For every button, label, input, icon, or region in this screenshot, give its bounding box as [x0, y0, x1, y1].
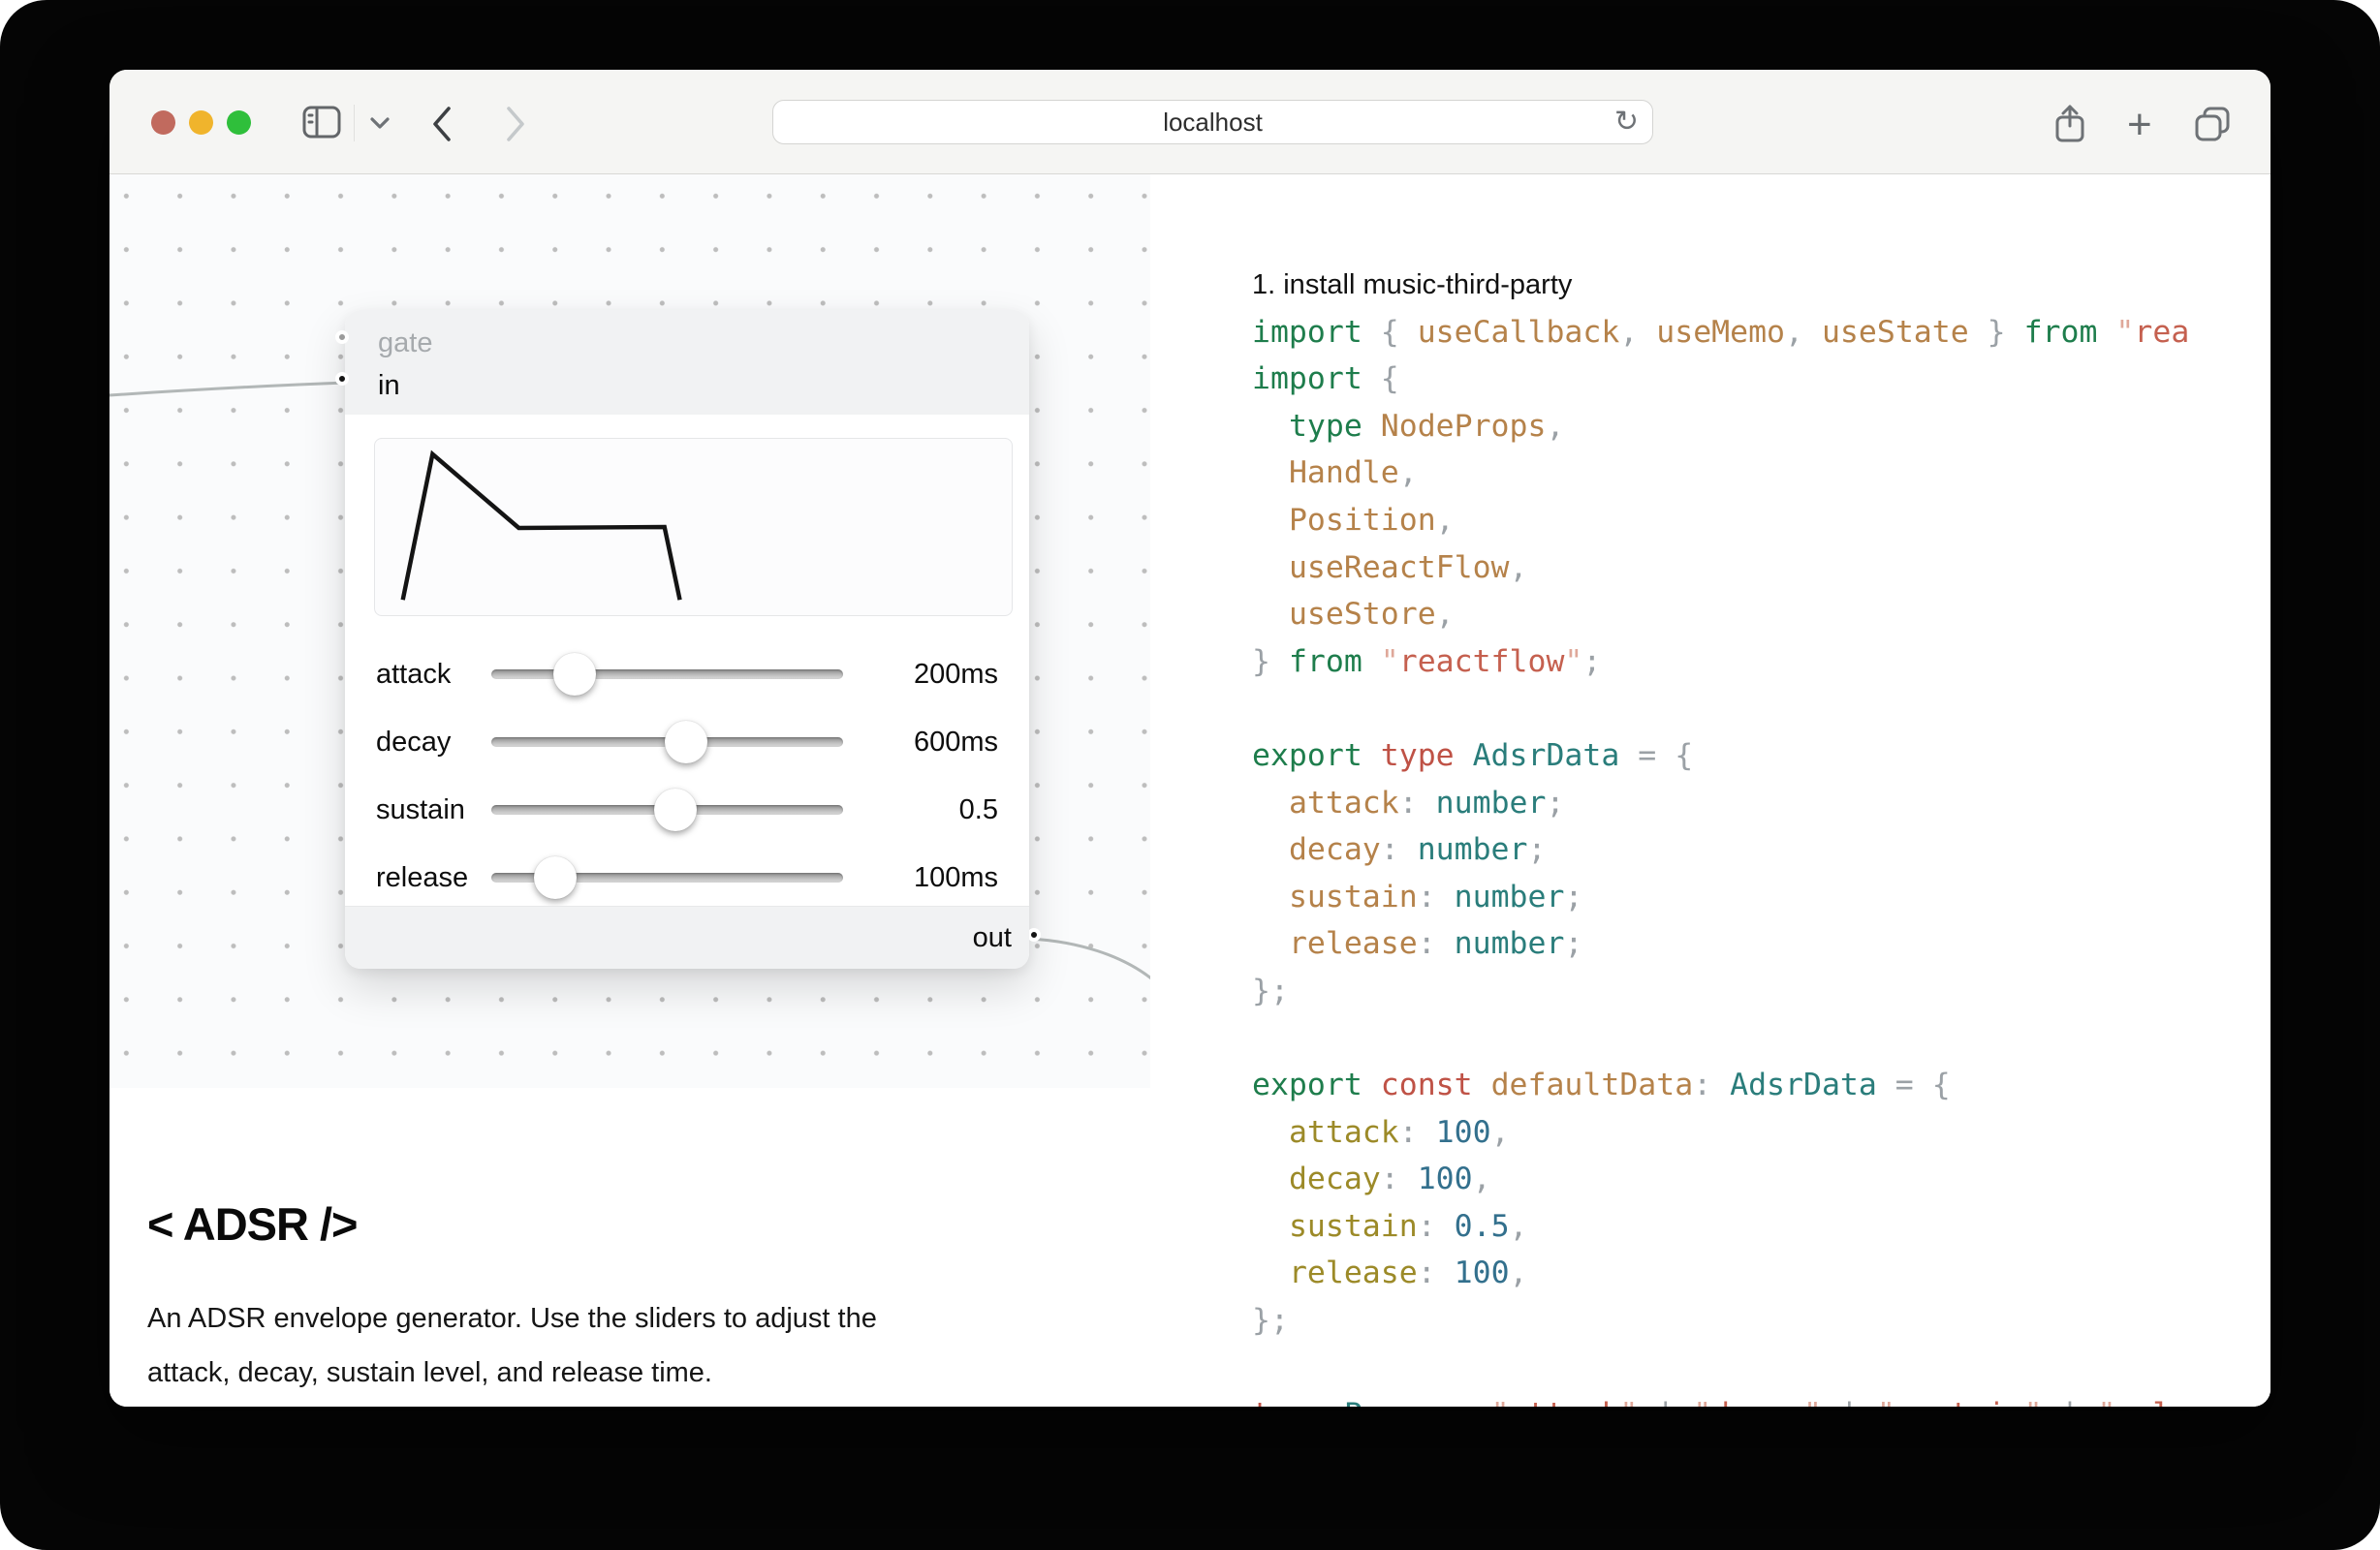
address-bar[interactable]: localhost ↻ — [772, 100, 1653, 144]
envelope-graph — [374, 438, 1013, 616]
slider-track[interactable] — [491, 721, 843, 763]
code-line: Handle, — [1252, 450, 2270, 497]
code-line: sustain: 0.5, — [1252, 1203, 2270, 1251]
slider-value: 0.5 — [843, 794, 998, 826]
code-line: sustain: number; — [1252, 874, 2270, 921]
flow-canvas[interactable]: gate in attack 200ms decay 600ms sustain 0.5 r… — [110, 174, 1150, 1088]
description-line: An ADSR envelope generator. Use the slid… — [147, 1291, 1150, 1346]
slider-label: attack — [376, 659, 491, 691]
out-output-port[interactable] — [1027, 928, 1041, 942]
slider-group: attack 200ms decay 600ms sustain 0.5 release 10… — [376, 653, 998, 899]
code-line: export const defaultData: AdsrData = { — [1252, 1062, 2270, 1109]
code-line: type Param = "attack" | "decay" | "susta… — [1252, 1391, 2270, 1407]
slider-thumb[interactable] — [534, 856, 577, 899]
screenshot-background: localhost ↻ + — [0, 0, 2380, 1550]
in-input-port[interactable] — [335, 372, 349, 386]
info-section: < ADSR /> An ADSR envelope generator. Us… — [110, 1088, 1150, 1407]
code-line: export type AdsrData = { — [1252, 732, 2270, 780]
code-heading-line: 1. install music-third-party — [1252, 262, 2270, 309]
node-header: gate in — [345, 310, 1029, 415]
slider-thumb[interactable] — [553, 653, 596, 696]
code-line: }; — [1252, 968, 2270, 1015]
browser-window: localhost ↻ + — [110, 70, 2270, 1407]
reload-icon[interactable]: ↻ — [1614, 105, 1639, 139]
minimize-window-button[interactable] — [189, 110, 213, 135]
code-line: release: number; — [1252, 920, 2270, 968]
code-line — [1252, 1015, 2270, 1063]
slider-track[interactable] — [491, 789, 843, 831]
node-footer: out — [345, 906, 1029, 969]
tab-overview-icon[interactable] — [2191, 103, 2234, 145]
slider-thumb[interactable] — [654, 789, 697, 831]
slider-row: sustain 0.5 — [376, 789, 998, 831]
slider-label: decay — [376, 727, 491, 759]
address-bar-url: localhost — [1163, 108, 1263, 138]
browser-toolbar: localhost ↻ + — [110, 70, 2270, 174]
adsr-node[interactable]: gate in attack 200ms decay 600ms sustain 0.5 r… — [345, 310, 1029, 969]
page-content: gate in attack 200ms decay 600ms sustain 0.5 r… — [110, 174, 2270, 1407]
slider-value: 600ms — [843, 727, 998, 759]
close-window-button[interactable] — [151, 110, 175, 135]
toolbar-divider — [354, 105, 355, 141]
code-line: attack: number; — [1252, 780, 2270, 827]
gate-port-label: gate — [378, 322, 1029, 364]
envelope-curve — [403, 454, 680, 600]
code-line: decay: number; — [1252, 826, 2270, 874]
sidebar-toggle-icon[interactable] — [301, 105, 342, 140]
slider-row: release 100ms — [376, 856, 998, 899]
code-line: Position, — [1252, 497, 2270, 544]
gate-input-port[interactable] — [335, 330, 349, 344]
slider-label: release — [376, 862, 491, 894]
slider-track[interactable] — [491, 653, 843, 696]
code-line: useReactFlow, — [1252, 544, 2270, 592]
code-line: release: 100, — [1252, 1250, 2270, 1297]
description-line: attack, decay, sustain level, and releas… — [147, 1346, 1150, 1400]
code-line: } from "reactflow"; — [1252, 638, 2270, 686]
code-line: import { — [1252, 356, 2270, 403]
slider-value: 100ms — [843, 862, 998, 894]
page-description: An ADSR envelope generator. Use the slid… — [147, 1291, 1150, 1400]
slider-thumb[interactable] — [665, 721, 707, 763]
chevron-down-icon[interactable] — [369, 116, 391, 130]
out-port-label: out — [973, 922, 1012, 954]
new-tab-icon[interactable]: + — [2127, 101, 2152, 149]
code-line — [1252, 685, 2270, 732]
code-line: decay: 100, — [1252, 1156, 2270, 1203]
share-icon[interactable] — [2051, 103, 2089, 145]
slider-label: sustain — [376, 794, 491, 826]
forward-button-icon[interactable] — [503, 105, 528, 143]
zoom-window-button[interactable] — [227, 110, 251, 135]
code-line: attack: 100, — [1252, 1109, 2270, 1157]
code-line: type NodeProps, — [1252, 403, 2270, 450]
slider-row: decay 600ms — [376, 721, 998, 763]
slider-row: attack 200ms — [376, 653, 998, 696]
back-button-icon[interactable] — [429, 105, 454, 143]
code-pane[interactable]: 1. install music-third-partyimport { use… — [1150, 174, 2270, 1407]
code-line: import { useCallback, useMemo, useState … — [1252, 309, 2270, 356]
in-port-label: in — [378, 364, 1029, 407]
code-line: }; — [1252, 1297, 2270, 1345]
page-title: < ADSR /> — [147, 1197, 1150, 1251]
code-line — [1252, 1345, 2270, 1392]
code-line: useStore, — [1252, 591, 2270, 638]
slider-value: 200ms — [843, 659, 998, 691]
slider-track[interactable] — [491, 856, 843, 899]
